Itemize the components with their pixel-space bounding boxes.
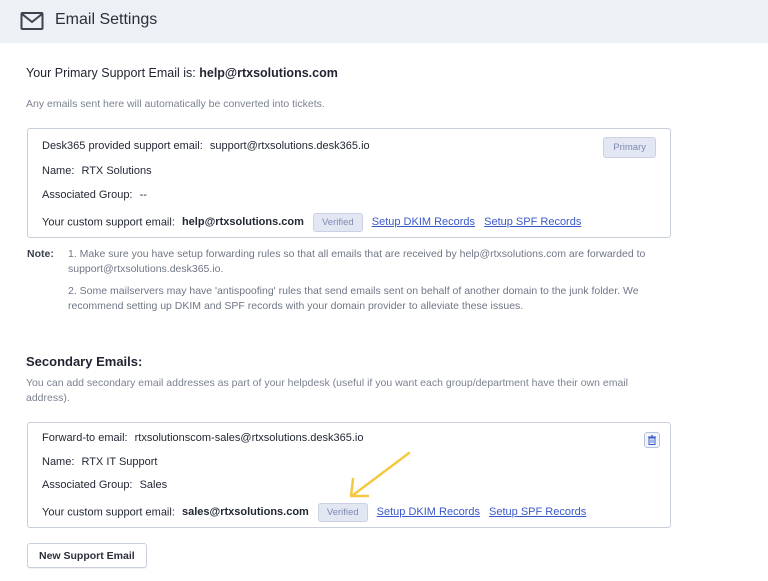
setup-spf-link[interactable]: Setup SPF Records (489, 506, 586, 518)
setup-spf-link[interactable]: Setup SPF Records (484, 216, 581, 228)
delete-button[interactable] (644, 432, 660, 448)
verified-badge: Verified (317, 503, 368, 522)
custom-email-value: help@rtxsolutions.com (181, 216, 304, 229)
custom-email-label: Your custom support email: (42, 506, 175, 519)
trash-icon (648, 435, 656, 445)
note-label: Note: (27, 248, 54, 260)
setup-dkim-link[interactable]: Setup DKIM Records (372, 216, 475, 228)
page-title: Email Settings (55, 11, 158, 28)
provided-email-row: Desk365 provided support email: support@… (42, 140, 370, 152)
verified-badge: Verified (312, 213, 363, 232)
forward-email-label: Forward-to email: (42, 432, 128, 444)
forward-email-value: rtxsolutionscom-sales@rtxsolutions.desk3… (134, 432, 364, 444)
primary-email-label: Your Primary Support Email is: (26, 66, 196, 80)
group-value: -- (139, 189, 147, 201)
custom-email-label: Your custom support email: (42, 216, 175, 229)
name-value: RTX IT Support (81, 456, 158, 468)
secondary-emails-desc: You can add secondary email addresses as… (26, 377, 628, 404)
page-header: Email Settings (0, 0, 768, 43)
name-label: Name: (42, 165, 75, 177)
setup-dkim-link[interactable]: Setup DKIM Records (377, 506, 480, 518)
group-label: Associated Group: (42, 189, 133, 201)
forward-email-row: Forward-to email: rtxsolutionscom-sales@… (42, 432, 363, 444)
note-item-1: 1. Make sure you have setup forwarding r… (68, 248, 646, 275)
primary-email-card: Desk365 provided support email: support@… (27, 128, 671, 238)
custom-email-row: Your custom support email: sales@rtxsolu… (42, 503, 586, 522)
mail-icon (20, 12, 44, 30)
provided-email-value: support@rtxsolutions.desk365.io (209, 140, 370, 152)
primary-email-note: Any emails sent here will automatically … (26, 98, 325, 110)
secondary-emails-title: Secondary Emails: (26, 354, 143, 369)
custom-email-row: Your custom support email: help@rtxsolut… (42, 213, 581, 232)
note-item-2: 2. Some mailservers may have 'antispoofi… (68, 285, 639, 312)
provided-email-label: Desk365 provided support email: (42, 140, 203, 152)
name-row: Name: RTX Solutions (42, 165, 152, 177)
group-row: Associated Group: -- (42, 189, 147, 201)
primary-email-value: help@rtxsolutions.com (199, 66, 338, 80)
group-row: Associated Group: Sales (42, 479, 167, 491)
custom-email-value: sales@rtxsolutions.com (181, 506, 309, 519)
group-label: Associated Group: (42, 479, 133, 491)
primary-email-line: Your Primary Support Email is: help@rtxs… (26, 66, 338, 80)
primary-badge: Primary (603, 137, 656, 158)
name-row: Name: RTX IT Support (42, 456, 158, 468)
annotation-arrow-icon (349, 451, 411, 498)
name-value: RTX Solutions (81, 165, 152, 177)
group-value: Sales (139, 479, 168, 491)
name-label: Name: (42, 456, 75, 468)
new-support-email-button[interactable]: New Support Email (27, 543, 147, 568)
